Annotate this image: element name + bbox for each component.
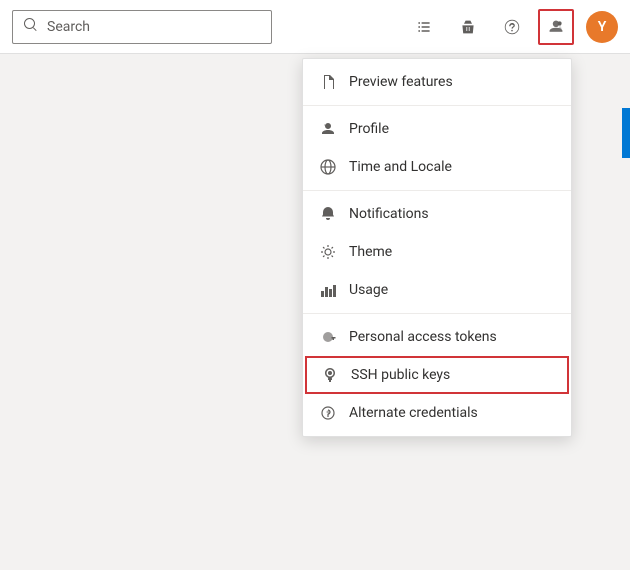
menu-item-time-locale[interactable]: Time and Locale <box>303 148 571 186</box>
divider-3 <box>303 313 571 314</box>
search-placeholder: Search <box>47 19 90 35</box>
menu-item-alternate-credentials[interactable]: Alternate credentials <box>303 394 571 432</box>
menu-item-alternate-credentials-label: Alternate credentials <box>349 405 478 421</box>
menu-item-personal-access-tokens-label: Personal access tokens <box>349 329 497 345</box>
menu-item-theme-label: Theme <box>349 244 392 260</box>
menu-item-profile[interactable]: Profile <box>303 110 571 148</box>
header: Search Y <box>0 0 630 54</box>
theme-icon <box>319 243 337 261</box>
menu-item-notifications[interactable]: Notifications <box>303 195 571 233</box>
divider-1 <box>303 105 571 106</box>
avatar[interactable]: Y <box>586 11 618 43</box>
menu-item-profile-label: Profile <box>349 121 389 137</box>
divider-2 <box>303 190 571 191</box>
menu-item-ssh-public-keys[interactable]: SSH public keys <box>305 356 569 394</box>
search-box[interactable]: Search <box>12 10 272 44</box>
menu-item-theme[interactable]: Theme <box>303 233 571 271</box>
task-list-button[interactable] <box>406 9 442 45</box>
menu-item-time-locale-label: Time and Locale <box>349 159 452 175</box>
blue-accent-bar <box>622 108 630 158</box>
marketplace-button[interactable] <box>450 9 486 45</box>
user-settings-button[interactable] <box>538 9 574 45</box>
user-dropdown-menu: Preview features Profile Time and Locale… <box>302 58 572 437</box>
profile-icon <box>319 120 337 138</box>
menu-item-preview-features[interactable]: Preview features <box>303 63 571 101</box>
help-button[interactable] <box>494 9 530 45</box>
ssh-icon <box>321 366 339 384</box>
tokens-icon <box>319 328 337 346</box>
menu-item-ssh-public-keys-label: SSH public keys <box>351 367 450 383</box>
menu-item-notifications-label: Notifications <box>349 206 429 222</box>
globe-icon <box>319 158 337 176</box>
usage-icon <box>319 281 337 299</box>
credentials-icon <box>319 404 337 422</box>
notifications-icon <box>319 205 337 223</box>
menu-item-usage-label: Usage <box>349 282 388 298</box>
menu-item-usage[interactable]: Usage <box>303 271 571 309</box>
menu-item-preview-features-label: Preview features <box>349 74 453 90</box>
search-icon <box>23 17 39 37</box>
menu-item-personal-access-tokens[interactable]: Personal access tokens <box>303 318 571 356</box>
main-content: Preview features Profile Time and Locale… <box>0 54 630 570</box>
document-icon <box>319 73 337 91</box>
